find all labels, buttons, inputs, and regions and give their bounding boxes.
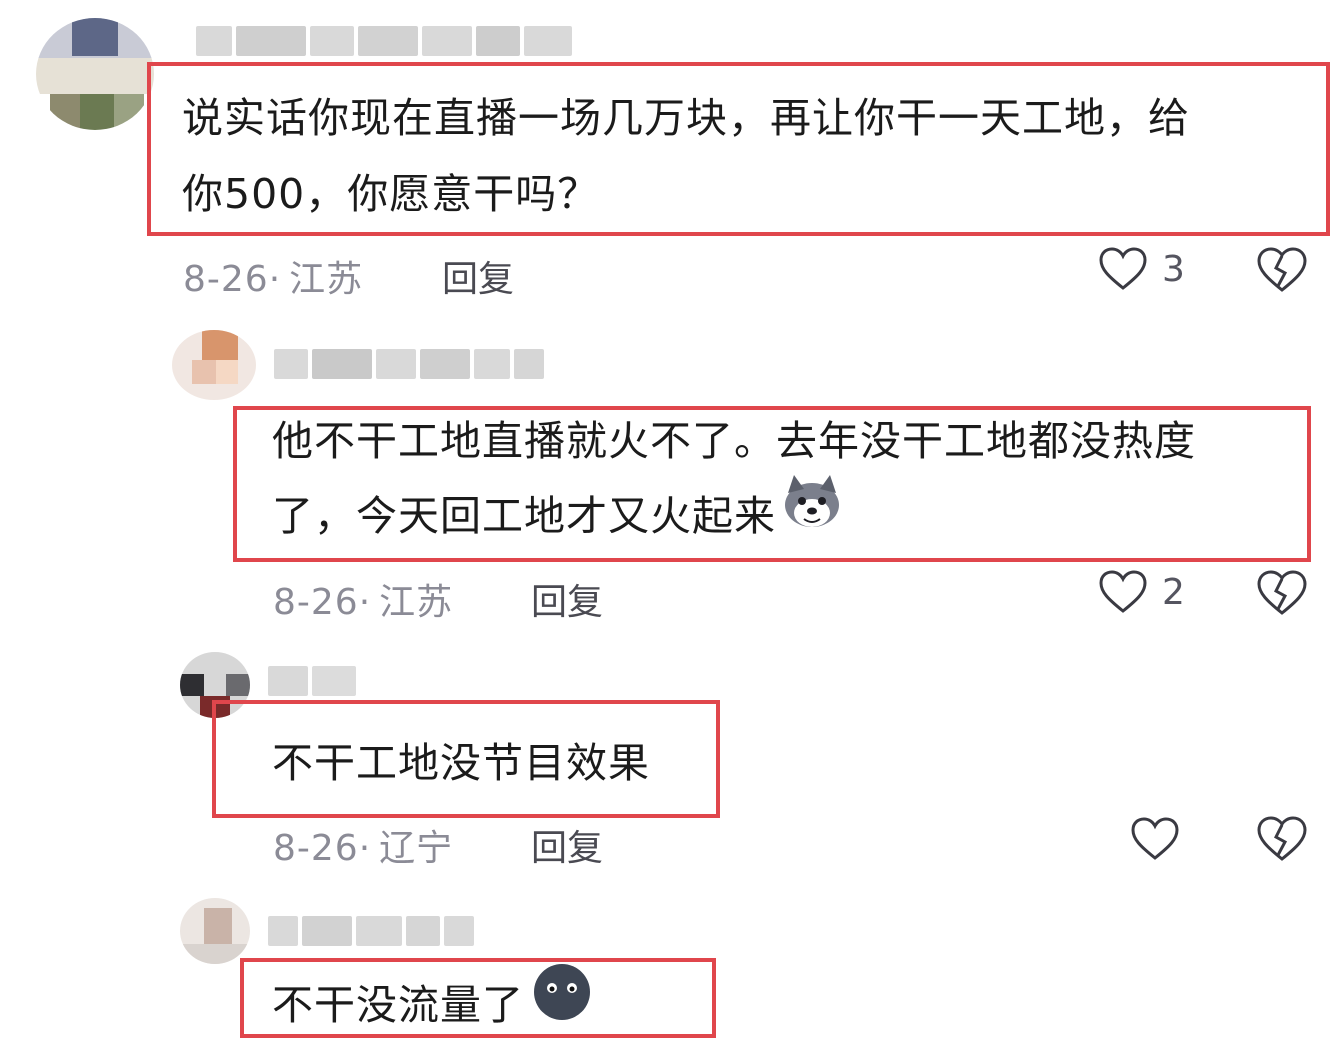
comment-date: 8-26· 辽宁	[273, 828, 454, 869]
broken-heart-icon[interactable]	[1256, 246, 1308, 294]
like-button[interactable]	[1130, 816, 1180, 862]
comment-date: 8-26· 江苏	[183, 259, 364, 300]
avatar[interactable]	[180, 898, 250, 964]
reply-button[interactable]: 回复	[531, 819, 603, 871]
comment-location: 江苏	[379, 582, 454, 623]
username-blurred[interactable]	[274, 349, 544, 379]
heart-icon	[1099, 570, 1147, 613]
comment-text-line: 了，今天回工地才又火起来	[272, 475, 842, 559]
comment-text-line: 你500，你愿意干吗？	[182, 170, 600, 218]
username-blurred[interactable]	[268, 666, 356, 696]
username-blurred[interactable]	[268, 916, 474, 946]
reply-button[interactable]: 回复	[442, 250, 514, 302]
comment-text-line: 不干工地没节目效果	[272, 739, 650, 787]
like-button[interactable]: 2	[1098, 569, 1185, 615]
broken-heart-icon[interactable]	[1256, 815, 1308, 863]
username-blurred[interactable]	[196, 26, 572, 56]
comment-date: 8-26· 江苏	[273, 582, 454, 623]
husky-dog-emoji-icon	[782, 473, 842, 553]
avatar[interactable]	[36, 18, 154, 130]
comment-text-line: 说实话你现在直播一场几万块，再让你干一天工地，给	[182, 94, 1190, 142]
like-button[interactable]: 3	[1098, 246, 1185, 292]
comment-location: 江苏	[289, 259, 364, 300]
dark-face-emoji-icon	[530, 960, 594, 1044]
reply-button[interactable]: 回复	[531, 573, 603, 625]
comment-text-line: 不干没流量了	[272, 964, 594, 1050]
heart-icon	[1131, 817, 1179, 860]
avatar[interactable]	[172, 330, 256, 400]
like-count: 3	[1162, 248, 1185, 290]
broken-heart-icon[interactable]	[1256, 569, 1308, 617]
comment-text-line: 他不干工地直播就火不了。去年没干工地都没热度	[272, 417, 1196, 465]
comment-location: 辽宁	[379, 828, 454, 869]
heart-icon	[1099, 247, 1147, 290]
like-count: 2	[1162, 571, 1185, 613]
